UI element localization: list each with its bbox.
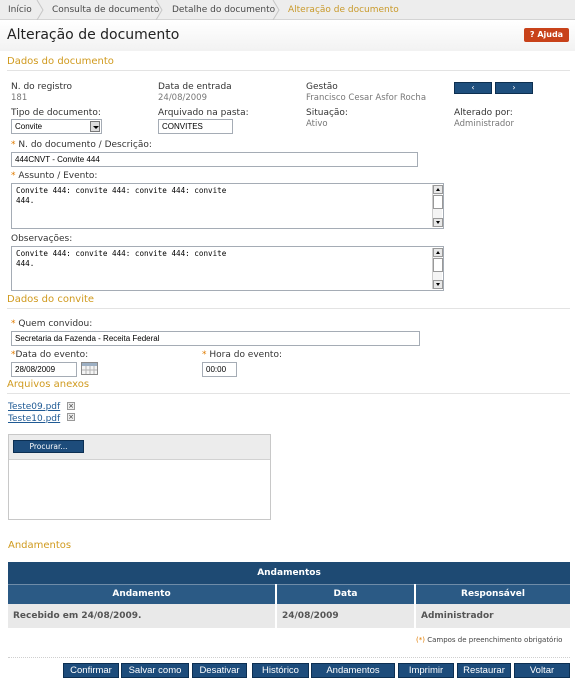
pasta-input[interactable]: CONVITES bbox=[158, 119, 233, 134]
chevron-down-icon bbox=[90, 121, 100, 132]
scroll-up-icon[interactable] bbox=[433, 248, 443, 257]
assunto-label: * Assunto / Evento: bbox=[11, 171, 97, 181]
quem-label: * Quem convidou: bbox=[11, 319, 92, 329]
salvar-como-button[interactable]: Salvar como bbox=[121, 663, 189, 678]
assunto-textarea[interactable]: Convite 444: convite 444: convite 444: c… bbox=[11, 183, 444, 229]
assunto-label-text: Assunto / Evento: bbox=[18, 171, 98, 181]
voltar-button[interactable]: Voltar bbox=[514, 663, 570, 678]
required-marker: * bbox=[202, 350, 207, 360]
quem-label-text: Quem convidou: bbox=[18, 319, 93, 329]
attachment-link[interactable]: Teste09.pdf bbox=[8, 402, 60, 412]
required-marker: * bbox=[11, 171, 16, 181]
situacao-label: Situação: bbox=[306, 108, 348, 118]
observacoes-label: Observações: bbox=[11, 234, 73, 244]
attachment-link[interactable]: Teste10.pdf bbox=[8, 414, 60, 424]
hora-evento-label-text: Hora do evento: bbox=[209, 350, 282, 360]
hora-evento-input[interactable]: 00:00 bbox=[202, 362, 237, 377]
historico-button[interactable]: Histórico bbox=[252, 663, 309, 678]
required-marker: * bbox=[11, 140, 16, 150]
quem-convidou-input[interactable]: Secretaria da Fazenda - Receita Federal bbox=[11, 331, 420, 346]
calendar-icon[interactable] bbox=[81, 362, 98, 375]
table-cell: Administrador bbox=[415, 604, 570, 628]
gestao-value: Francisco Cesar Asfor Rocha bbox=[306, 93, 427, 103]
hora-evento-label: * Hora do evento: bbox=[202, 350, 282, 360]
required-marker: * bbox=[11, 319, 16, 329]
required-note-text: Campos de preenchimento obrigatório bbox=[427, 636, 563, 644]
section-divider bbox=[7, 70, 570, 71]
numero-label-text: N. do documento / Descrição: bbox=[18, 140, 152, 150]
alterado-value: Administrador bbox=[454, 119, 515, 129]
section-title-documento: Dados do documento bbox=[7, 56, 114, 67]
previous-record-button[interactable]: ‹ bbox=[454, 82, 492, 94]
table-row: Recebido em 24/08/2009. 24/08/2009 Admin… bbox=[8, 604, 570, 628]
remove-attachment-icon[interactable]: × bbox=[67, 402, 75, 410]
imprimir-button[interactable]: Imprimir bbox=[398, 663, 454, 678]
situacao-value: Ativo bbox=[306, 119, 328, 129]
browse-button[interactable]: Procurar... bbox=[13, 440, 84, 453]
section-divider bbox=[7, 393, 570, 394]
pasta-label: Arquivado na pasta: bbox=[158, 108, 249, 118]
required-legend-marker: (*) bbox=[416, 636, 425, 644]
help-icon: ? bbox=[529, 30, 535, 39]
entrada-value: 24/08/2009 bbox=[158, 93, 207, 103]
footer-divider bbox=[8, 657, 570, 658]
desativar-button[interactable]: Desativar bbox=[192, 663, 247, 678]
page-title: Alteração de documento bbox=[7, 27, 180, 43]
data-evento-label-text: Data do evento: bbox=[15, 350, 89, 360]
help-button[interactable]: ? Ajuda bbox=[524, 28, 569, 42]
chevron-right-icon: › bbox=[512, 83, 516, 92]
andamentos-table: Andamentos Andamento Data Responsável Re… bbox=[8, 562, 570, 628]
scroll-thumb[interactable] bbox=[433, 195, 443, 209]
registro-value: 181 bbox=[11, 93, 28, 103]
registro-label: N. do registro bbox=[11, 82, 73, 92]
tipo-documento-select[interactable]: Convite bbox=[11, 119, 102, 134]
scrollbar[interactable] bbox=[432, 185, 443, 227]
gestao-label: Gestão bbox=[306, 82, 338, 92]
breadcrumb-current: Alteração de documento bbox=[288, 5, 399, 15]
alterado-label: Alterado por: bbox=[454, 108, 513, 118]
data-evento-label: *Data do evento: bbox=[11, 350, 88, 360]
section-title-anexos: Arquivos anexos bbox=[7, 379, 90, 390]
tipo-label: Tipo de documento: bbox=[11, 108, 101, 118]
data-evento-input[interactable]: 28/08/2009 bbox=[11, 362, 77, 377]
confirmar-button[interactable]: Confirmar bbox=[63, 663, 119, 678]
section-divider bbox=[7, 308, 570, 309]
section-title-andamentos: Andamentos bbox=[8, 540, 72, 551]
observacoes-text: Convite 444: convite 444: convite 444: c… bbox=[16, 249, 227, 268]
remove-attachment-icon[interactable]: × bbox=[67, 413, 75, 421]
assunto-text: Convite 444: convite 444: convite 444: c… bbox=[16, 186, 227, 205]
breadcrumb-separator-icon bbox=[272, 0, 280, 20]
column-header-responsavel[interactable]: Responsável bbox=[415, 583, 570, 604]
scroll-down-icon[interactable] bbox=[433, 218, 443, 227]
help-label: Ajuda bbox=[537, 30, 564, 39]
breadcrumb-separator-icon bbox=[36, 0, 44, 20]
numero-descricao-input[interactable]: 444CNVT - Convite 444 bbox=[11, 152, 418, 167]
breadcrumb-inicio[interactable]: Início bbox=[8, 0, 32, 20]
scroll-up-icon[interactable] bbox=[433, 185, 443, 194]
breadcrumb-separator-icon bbox=[155, 0, 163, 20]
required-fields-note: (*) Campos de preenchimento obrigatório bbox=[416, 636, 562, 644]
section-title-convite: Dados do convite bbox=[7, 294, 95, 305]
table-caption: Andamentos bbox=[8, 562, 570, 584]
breadcrumb-detalhe[interactable]: Detalhe do documento bbox=[172, 0, 275, 20]
chevron-left-icon: ‹ bbox=[471, 83, 475, 92]
scrollbar[interactable] bbox=[432, 248, 443, 289]
tipo-documento-value: Convite bbox=[15, 122, 43, 131]
restaurar-button[interactable]: Restaurar bbox=[457, 663, 511, 678]
table-cell: Recebido em 24/08/2009. bbox=[8, 604, 277, 628]
column-header-data[interactable]: Data bbox=[276, 583, 416, 604]
breadcrumb-consulta[interactable]: Consulta de documento bbox=[52, 0, 159, 20]
entrada-label: Data de entrada bbox=[158, 82, 232, 92]
next-record-button[interactable]: › bbox=[495, 82, 533, 94]
breadcrumb: Início Consulta de documento Detalhe do … bbox=[0, 0, 575, 20]
column-header-andamento[interactable]: Andamento bbox=[8, 583, 277, 604]
observacoes-textarea[interactable]: Convite 444: convite 444: convite 444: c… bbox=[11, 246, 444, 291]
numero-label: * N. do documento / Descrição: bbox=[11, 140, 152, 150]
scroll-thumb[interactable] bbox=[433, 258, 443, 272]
scroll-down-icon[interactable] bbox=[433, 280, 443, 289]
table-cell: 24/08/2009 bbox=[276, 604, 416, 628]
andamentos-button[interactable]: Andamentos bbox=[311, 663, 395, 678]
